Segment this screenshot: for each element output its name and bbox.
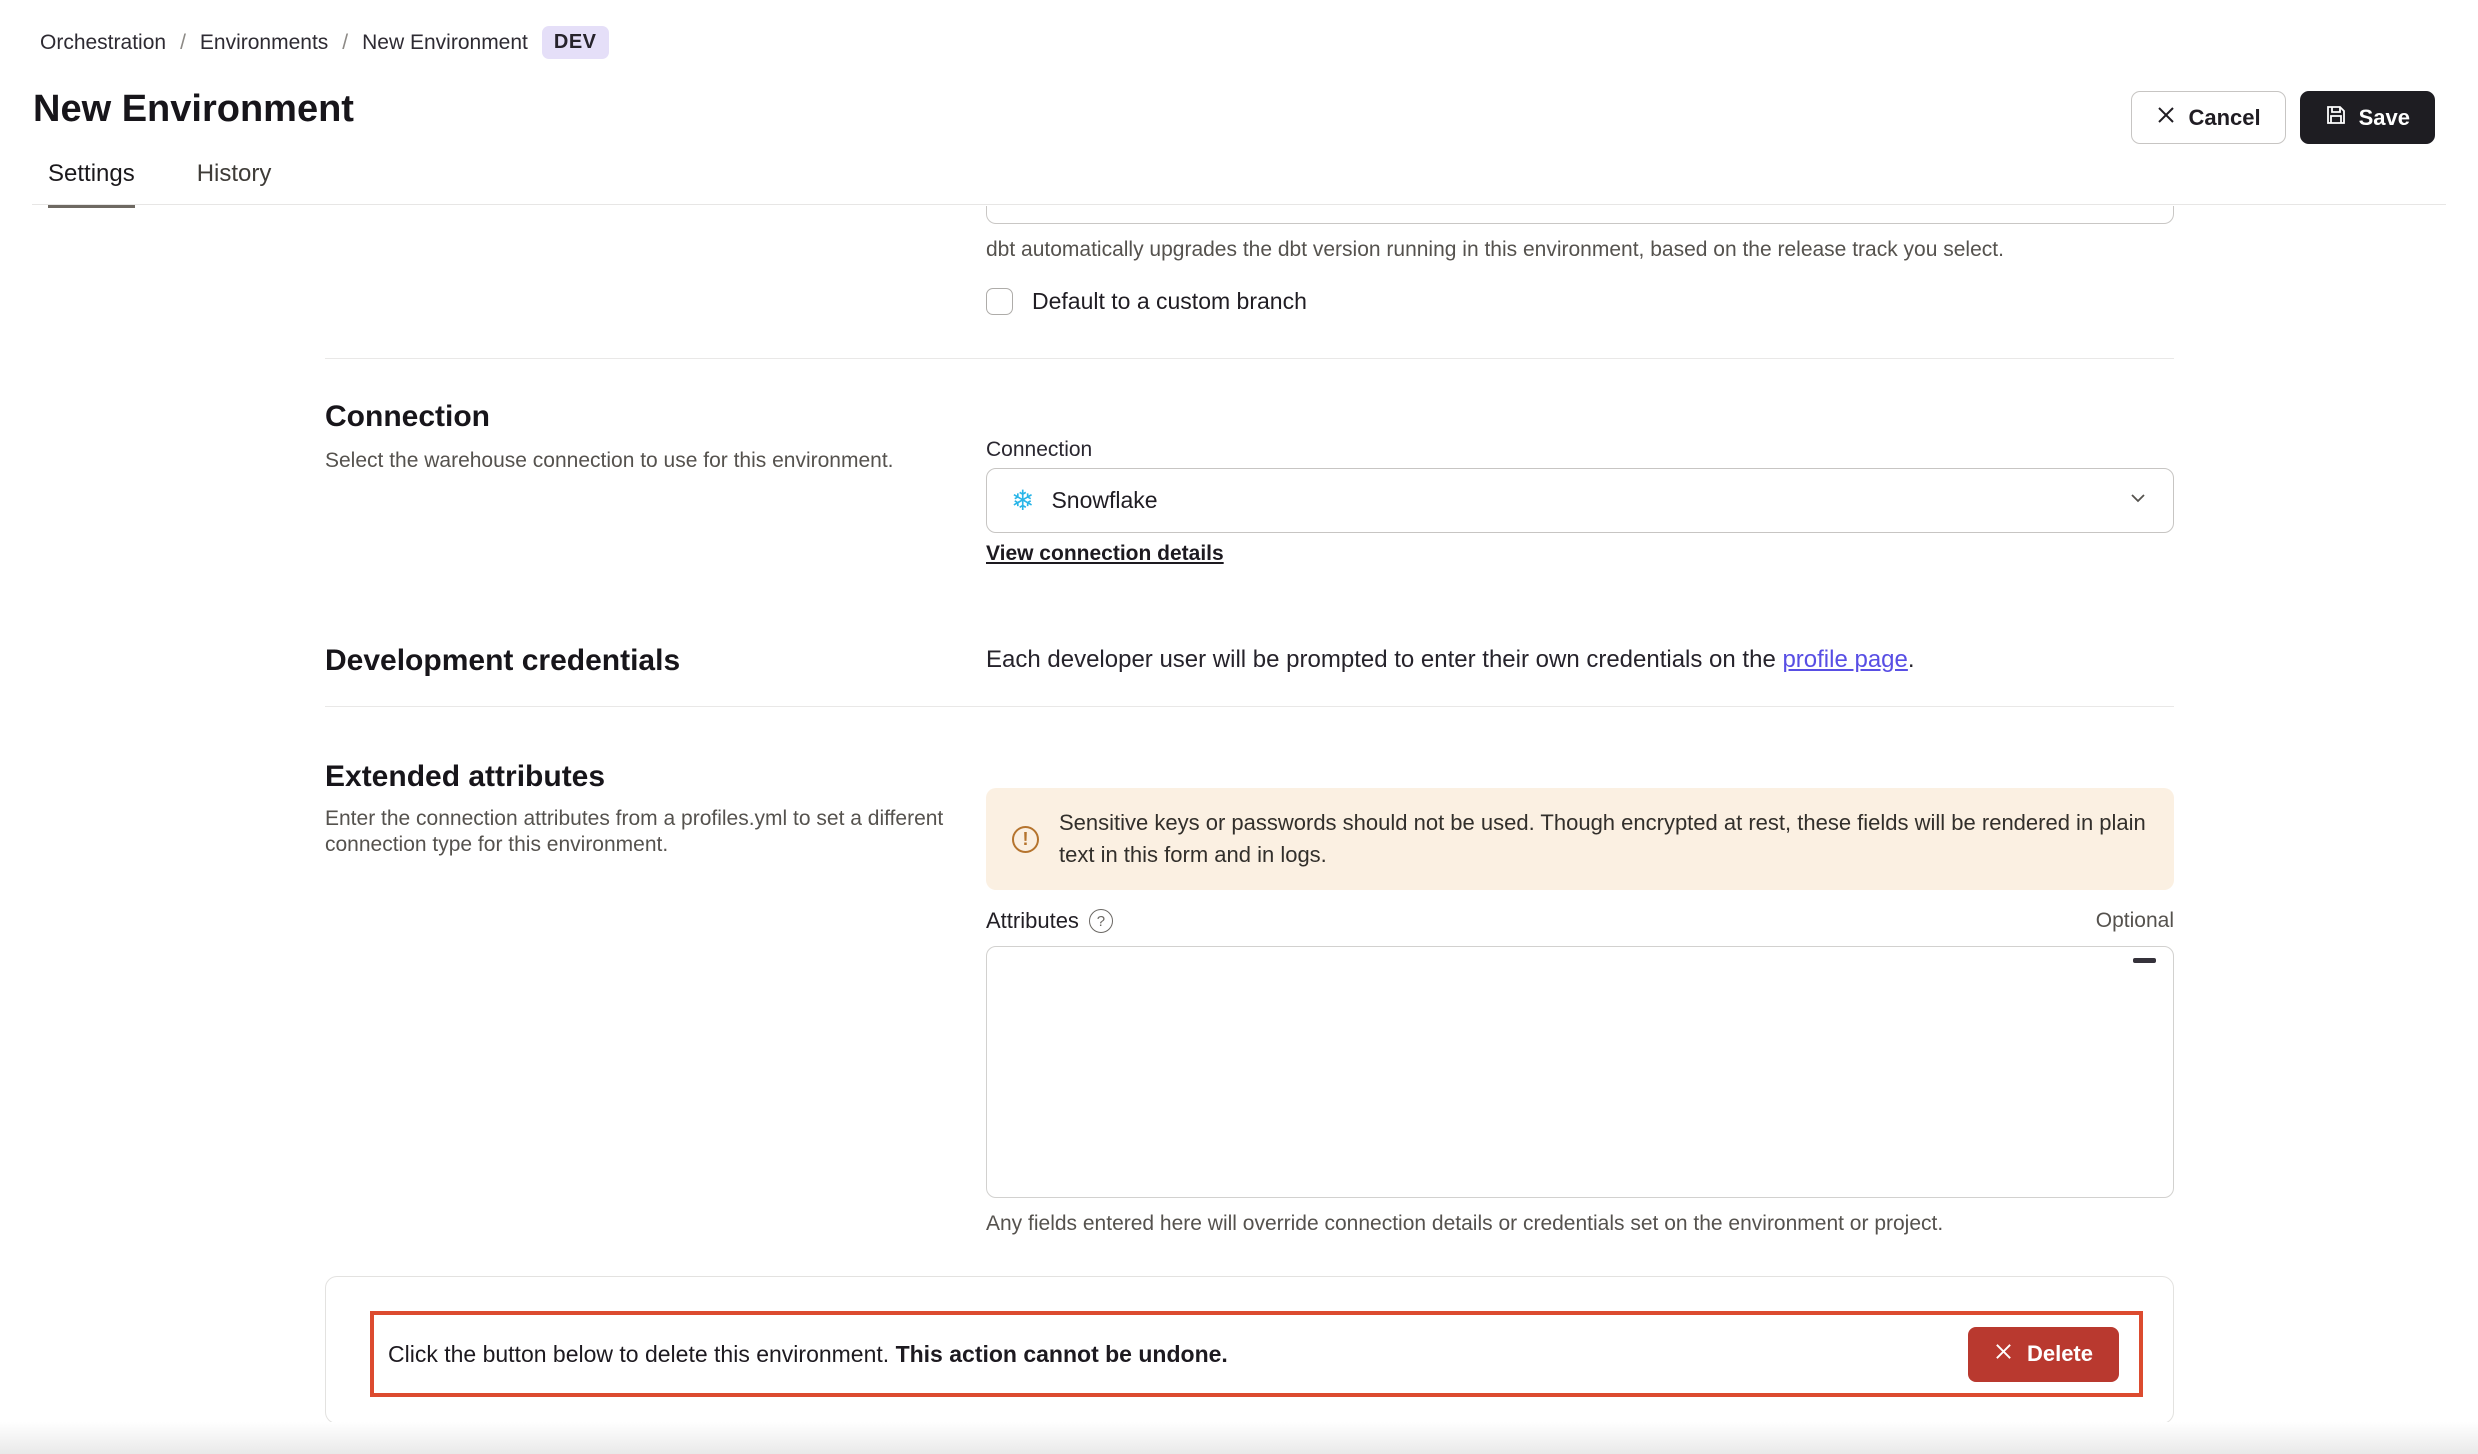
editor-collapse-icon[interactable] [2133,958,2156,963]
delete-environment-panel: Click the button below to delete this en… [370,1311,2143,1397]
delete-environment-text: Click the button below to delete this en… [388,1341,1968,1368]
save-floppy-icon [2325,104,2347,132]
delete-text: Click the button below to delete this en… [388,1341,896,1367]
breadcrumb-environments[interactable]: Environments [200,31,328,55]
attributes-field-label: Attributes [986,908,1079,934]
chevron-down-icon [2127,487,2149,514]
header-actions: Cancel Save [2131,91,2435,144]
page-bottom-fade [0,1422,2478,1454]
breadcrumb: Orchestration / Environments / New Envir… [40,26,609,59]
attributes-textarea[interactable] [986,946,2174,1198]
attributes-helper-text: Any fields entered here will override co… [986,1212,1943,1236]
snowflake-icon: ❄ [1011,487,1034,515]
save-button-label: Save [2359,105,2410,131]
warning-circle-icon: ! [1012,826,1039,853]
optional-label: Optional [2096,909,2174,933]
breadcrumb-orchestration[interactable]: Orchestration [40,31,166,55]
breadcrumb-separator: / [180,31,186,55]
cancel-button[interactable]: Cancel [2131,91,2285,144]
view-connection-details-link[interactable]: View connection details [986,542,1224,566]
tab-bar: Settings History [48,160,271,208]
save-button[interactable]: Save [2300,91,2435,144]
section-divider [325,358,2174,359]
section-divider [325,706,2174,707]
sensitive-keys-warning: ! Sensitive keys or passwords should not… [986,788,2174,890]
warning-text: Sensitive keys or passwords should not b… [1059,807,2148,871]
danger-zone-card: Click the button below to delete this en… [325,1276,2174,1424]
attributes-label-row: Attributes ? Optional [986,908,2174,934]
environment-settings-page: Orchestration / Environments / New Envir… [0,0,2478,1454]
close-icon [1994,1341,2013,1367]
close-icon [2156,105,2176,131]
delete-button[interactable]: Delete [1968,1327,2119,1382]
connection-selected-value: Snowflake [1051,487,2127,514]
connection-section-heading: Connection [325,400,490,434]
extended-attributes-heading: Extended attributes [325,760,605,794]
delete-button-label: Delete [2027,1341,2093,1367]
tab-settings[interactable]: Settings [48,160,135,208]
release-track-input-partial[interactable] [986,206,2174,224]
dev-credentials-text: Each developer user will be prompted to … [986,646,1915,674]
release-track-helper-text: dbt automatically upgrades the dbt versi… [986,238,2004,262]
dev-credentials-text-after: . [1908,646,1915,673]
connection-field-label: Connection [986,438,1092,462]
delete-text-bold: This action cannot be undone. [896,1341,1228,1367]
connection-select[interactable]: ❄ Snowflake [986,468,2174,533]
page-title: New Environment [33,88,354,131]
breadcrumb-separator: / [342,31,348,55]
attributes-editor [986,946,2174,1198]
breadcrumb-new-environment[interactable]: New Environment [362,31,528,55]
dev-credentials-heading: Development credentials [325,644,680,678]
custom-branch-checkbox[interactable] [986,288,1013,315]
extended-attributes-description: Enter the connection attributes from a p… [325,806,945,858]
custom-branch-row: Default to a custom branch [986,288,1307,315]
profile-page-link[interactable]: profile page [1782,646,1907,673]
custom-branch-label: Default to a custom branch [1032,288,1307,315]
tab-history[interactable]: History [197,160,272,208]
attributes-label-wrap: Attributes ? [986,908,1113,934]
dev-credentials-text-before: Each developer user will be prompted to … [986,646,1782,673]
env-type-badge: DEV [542,26,609,59]
header-divider [32,204,2446,205]
connection-section-description: Select the warehouse connection to use f… [325,448,894,474]
help-icon[interactable]: ? [1089,909,1113,933]
cancel-button-label: Cancel [2188,105,2260,131]
